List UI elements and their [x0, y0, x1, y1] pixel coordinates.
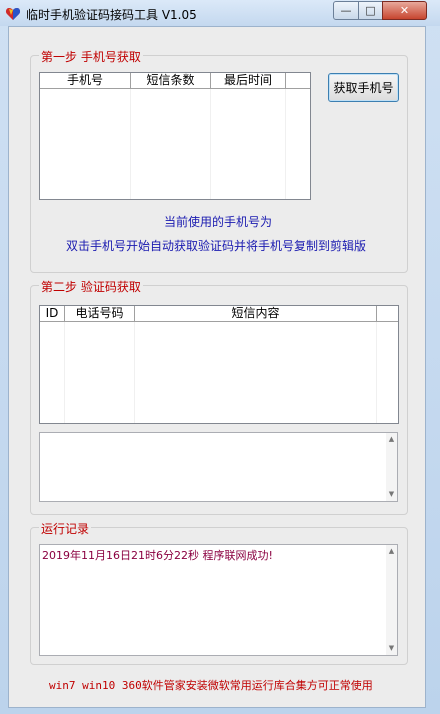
col-sms-content[interactable]: 短信内容 [135, 306, 377, 321]
step1-group: 第一步 手机号获取 手机号 短信条数 最后时间 获取手机号 当前使用的手机号为 … [30, 48, 408, 273]
sms-detail-scrollbar[interactable]: ▲ ▼ [386, 433, 397, 501]
app-window: 临时手机验证码接码工具 V1.05 — □ ✕ 第一步 手机号获取 手机号 短信… [0, 0, 440, 714]
minimize-button[interactable]: — [333, 1, 359, 20]
sms-list-header: ID 电话号码 短信内容 [40, 306, 398, 322]
step2-title: 第二步 验证码获取 [39, 278, 143, 295]
col-id[interactable]: ID [40, 306, 65, 321]
phone-list[interactable]: 手机号 短信条数 最后时间 [39, 72, 311, 200]
log-group: 运行记录 2019年11月16日21时6分22秒 程序联网成功! ▲ ▼ [30, 520, 408, 665]
grid-line [64, 322, 65, 423]
sms-list[interactable]: ID 电话号码 短信内容 [39, 305, 399, 424]
window-title: 临时手机验证码接码工具 V1.05 [26, 8, 197, 22]
log-entry: 2019年11月16日21时6分22秒 程序联网成功! [42, 549, 273, 562]
grid-line [134, 322, 135, 423]
grid-line [285, 89, 286, 199]
col-last-time[interactable]: 最后时间 [211, 73, 286, 88]
log-title: 运行记录 [39, 520, 92, 537]
grid-line [210, 89, 211, 199]
get-phone-button[interactable]: 获取手机号 [328, 73, 399, 102]
runtime-notice: win7 win10 360软件管家安装微软常用运行库合集方可正常使用 [49, 679, 373, 692]
col-filler [286, 73, 310, 88]
log-scrollbar[interactable]: ▲ ▼ [386, 545, 397, 655]
maximize-icon: □ [365, 4, 376, 17]
phone-list-header: 手机号 短信条数 最后时间 [40, 73, 310, 89]
client-area: 第一步 手机号获取 手机号 短信条数 最后时间 获取手机号 当前使用的手机号为 … [8, 26, 426, 708]
grid-line [130, 89, 131, 199]
step2-group: 第二步 验证码获取 ID 电话号码 短信内容 ▲ ▼ [30, 278, 408, 515]
grid-line [376, 322, 377, 423]
app-heart-icon [5, 8, 21, 20]
minimize-icon: — [340, 4, 352, 17]
title-bar[interactable]: 临时手机验证码接码工具 V1.05 — □ ✕ [0, 0, 440, 26]
close-icon: ✕ [399, 4, 410, 17]
log-box[interactable]: 2019年11月16日21时6分22秒 程序联网成功! ▲ ▼ [39, 544, 398, 656]
scroll-up-icon[interactable]: ▲ [386, 547, 397, 556]
current-phone-label: 当前使用的手机号为 [164, 215, 273, 229]
double-click-hint: 双击手机号开始自动获取验证码并将手机号复制到剪辑版 [66, 239, 367, 253]
col-sms-count[interactable]: 短信条数 [131, 73, 211, 88]
maximize-button[interactable]: □ [358, 1, 383, 20]
close-button[interactable]: ✕ [382, 1, 427, 20]
col-filler [377, 306, 398, 321]
step1-title: 第一步 手机号获取 [39, 48, 143, 65]
col-phone[interactable]: 手机号 [40, 73, 131, 88]
sms-detail-box[interactable]: ▲ ▼ [39, 432, 398, 502]
scroll-up-icon[interactable]: ▲ [386, 435, 397, 444]
col-phone-number[interactable]: 电话号码 [65, 306, 135, 321]
scroll-down-icon[interactable]: ▼ [386, 490, 397, 499]
scroll-down-icon[interactable]: ▼ [386, 644, 397, 653]
